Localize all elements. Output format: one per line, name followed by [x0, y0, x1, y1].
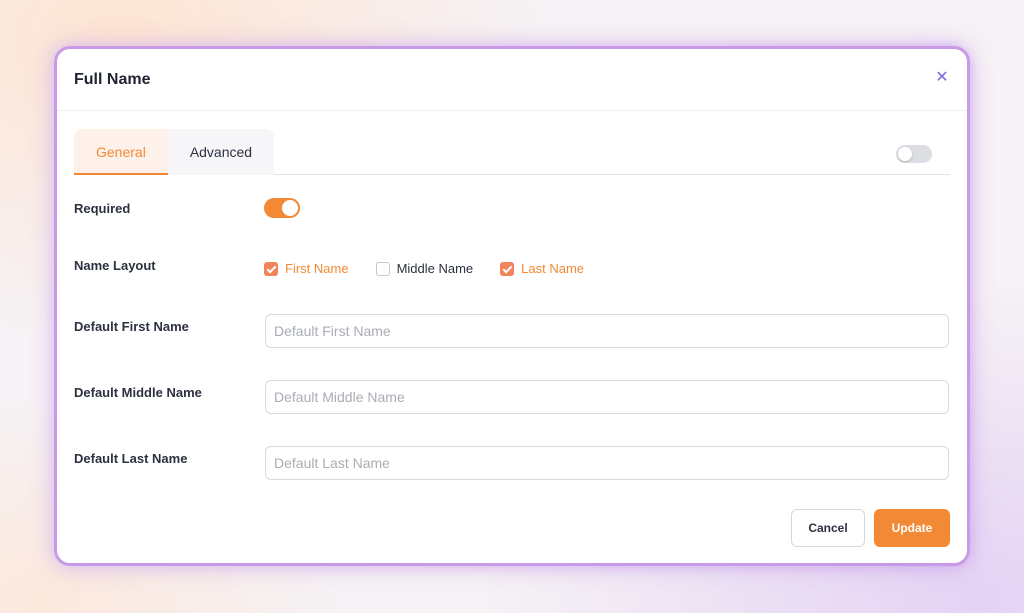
checkbox-checked-icon[interactable] — [500, 261, 515, 276]
default-middle-name-input[interactable] — [265, 380, 949, 414]
checkbox-last-name[interactable]: Last Name — [500, 261, 584, 276]
checkbox-label: Last Name — [521, 261, 585, 276]
checkbox-label: Middle Name — [396, 261, 474, 276]
dialog-title: Full Name — [74, 71, 151, 88]
tab-group: General Advanced — [74, 129, 275, 175]
settings-tabs: General Advanced — [74, 129, 950, 175]
name-layout-options: First Name Middle Name Last Name — [264, 261, 611, 276]
tab-toggle-switch[interactable] — [896, 145, 932, 163]
default-first-name-label: Default First Name — [74, 319, 189, 334]
close-icon[interactable]: ✕ — [933, 69, 951, 87]
required-toggle[interactable] — [264, 198, 300, 218]
default-middle-name-label: Default Middle Name — [74, 385, 202, 400]
update-button[interactable]: Update — [874, 509, 950, 547]
default-first-name-input[interactable] — [265, 314, 949, 348]
tab-general[interactable]: General — [74, 129, 168, 175]
checkbox-label: First Name — [285, 261, 349, 276]
checkbox-unchecked-icon[interactable] — [375, 261, 390, 276]
tab-advanced[interactable]: Advanced — [168, 129, 274, 175]
required-label: Required — [74, 201, 131, 216]
default-last-name-label: Default Last Name — [74, 451, 188, 466]
cancel-button[interactable]: Cancel — [791, 509, 865, 547]
dialog-header: Full Name ✕ — [57, 49, 967, 111]
checkbox-middle-name[interactable]: Middle Name — [375, 261, 474, 276]
full-name-dialog: Full Name ✕ General Advanced Required Na… — [54, 46, 970, 566]
toggle-knob — [282, 200, 298, 216]
default-last-name-input[interactable] — [265, 446, 949, 480]
name-layout-label: Name Layout — [74, 258, 156, 273]
checkbox-checked-icon[interactable] — [264, 261, 278, 276]
checkbox-first-name[interactable]: First Name — [264, 261, 349, 276]
toggle-knob — [898, 147, 912, 161]
